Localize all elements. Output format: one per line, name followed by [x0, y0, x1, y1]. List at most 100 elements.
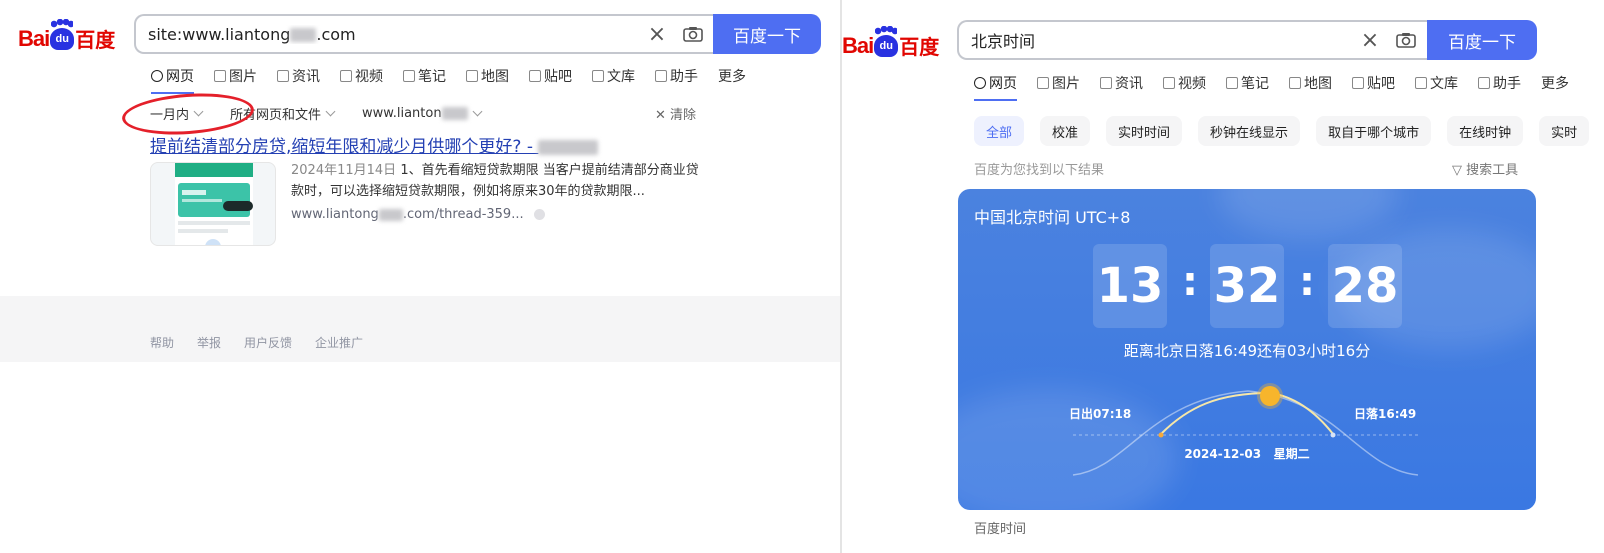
beijing-time-card: 中国北京时间 UTC+8 13 : 32 : 28 距离北京日落16:49还有0…: [958, 189, 1536, 510]
tab-image[interactable]: 图片: [214, 66, 257, 94]
clock-minutes: 32: [1210, 244, 1284, 328]
right-browser-pane: Bai du 百度 北京时间 × 百度一下 网页 图片 资讯 视频 笔记 地图 贴吧 文库 助手…: [842, 0, 1604, 553]
tab-image[interactable]: 图片: [1037, 73, 1080, 101]
search-button[interactable]: 百度一下: [713, 14, 821, 54]
filter-chip[interactable]: 全部: [974, 116, 1025, 146]
clock-seconds: 28: [1328, 244, 1402, 328]
tab-ai[interactable]: 助手: [1478, 73, 1521, 101]
filter-chip[interactable]: 校准: [1040, 116, 1091, 146]
image-icon: [1037, 77, 1049, 89]
filter-chips: 全部 校准 实时时间 秒钟在线显示 取自于哪个城市 在线时钟 实时: [974, 116, 1604, 146]
search-box[interactable]: site:www.liantong .com ×: [134, 14, 714, 54]
footer-feedback-link[interactable]: 用户反馈: [244, 334, 292, 351]
tab-label: 贴吧: [544, 69, 572, 85]
tieba-icon: [1352, 77, 1364, 89]
tab-label: 贴吧: [1367, 76, 1395, 92]
search-icon: [151, 70, 163, 82]
tab-label: 图片: [229, 69, 257, 85]
result-count-text: 百度为您找到以下结果: [974, 163, 1105, 178]
tab-label: 资讯: [292, 69, 320, 85]
tab-map[interactable]: 地图: [1289, 73, 1332, 101]
tab-news[interactable]: 资讯: [1100, 73, 1143, 101]
baidu-logo[interactable]: Bai du 百度: [18, 18, 115, 53]
map-icon: [466, 70, 478, 82]
map-icon: [1289, 77, 1301, 89]
result-snippet: 2024年11月14日 1、首先看缩短贷款期限 当客户提前结清部分商业贷款时，可…: [291, 163, 699, 199]
footer-help-link[interactable]: 帮助: [150, 334, 174, 351]
filter-chip[interactable]: 实时: [1539, 116, 1590, 146]
tab-note[interactable]: 笔记: [1226, 73, 1269, 101]
tab-video[interactable]: 视频: [340, 66, 383, 94]
tab-tieba[interactable]: 贴吧: [1352, 73, 1395, 101]
tab-doc[interactable]: 文库: [592, 66, 635, 94]
filter-chip[interactable]: 实时时间: [1106, 116, 1183, 146]
search-tabs: 网页 图片 资讯 视频 笔记 地图 贴吧 文库 助手 更多: [151, 66, 766, 94]
filter-icon: ▽: [1452, 163, 1462, 178]
result-thumbnail[interactable]: [150, 162, 276, 246]
tab-label: 网页: [166, 69, 194, 85]
doc-icon: [592, 70, 604, 82]
camera-icon[interactable]: [672, 26, 714, 42]
tab-news[interactable]: 资讯: [277, 66, 320, 94]
tab-label: 地图: [1304, 76, 1332, 92]
tab-label: 笔记: [1241, 76, 1269, 92]
result-url[interactable]: www.liantong .com/thread-359...: [291, 207, 545, 222]
video-icon: [340, 70, 352, 82]
search-input[interactable]: site:www.liantong .com: [136, 25, 642, 44]
result-title-link[interactable]: 提前结清部分房贷,缩短年限和减少月供哪个更好? -: [150, 132, 599, 157]
clear-icon[interactable]: ×: [642, 22, 672, 47]
tab-note[interactable]: 笔记: [403, 66, 446, 94]
filter-chip[interactable]: 在线时钟: [1447, 116, 1524, 146]
tab-ai[interactable]: 助手: [655, 66, 698, 94]
sun-icon: [1260, 386, 1280, 406]
safety-shield-icon: [533, 209, 545, 220]
tab-label: 视频: [355, 69, 383, 85]
tab-search[interactable]: 网页: [151, 66, 194, 94]
tab-label: 资讯: [1115, 76, 1143, 92]
ai-icon: [1478, 77, 1490, 89]
filter-chip[interactable]: 秒钟在线显示: [1198, 116, 1301, 146]
tab-more[interactable]: 更多: [1541, 73, 1569, 101]
source-label: 百度时间: [974, 522, 1027, 537]
search-box[interactable]: 北京时间 ×: [957, 20, 1427, 60]
clear-icon[interactable]: ×: [1355, 28, 1385, 53]
tab-label: 文库: [1430, 76, 1458, 92]
search-icon: [974, 77, 986, 89]
sunset-countdown: 距离北京日落16:49还有03小时16分: [1123, 342, 1371, 360]
tab-label: 助手: [1493, 76, 1521, 92]
tab-label: 更多: [1541, 76, 1569, 92]
clock-hours: 13: [1093, 244, 1167, 328]
tab-search[interactable]: 网页: [974, 73, 1017, 101]
search-button[interactable]: 百度一下: [1427, 20, 1537, 60]
news-icon: [1100, 77, 1112, 89]
tab-label: 文库: [607, 69, 635, 85]
baidu-logo[interactable]: Bai du 百度: [842, 25, 939, 60]
tab-label: 更多: [718, 69, 746, 85]
chevron-down-icon: [325, 106, 336, 117]
tieba-icon: [529, 70, 541, 82]
image-icon: [214, 70, 226, 82]
note-icon: [403, 70, 415, 82]
sunset-label: 日落16:49: [1354, 407, 1417, 421]
tab-label: 笔记: [418, 69, 446, 85]
sun-path-curve: [1072, 390, 1419, 476]
tab-map[interactable]: 地图: [466, 66, 509, 94]
footer-report-link[interactable]: 举报: [197, 334, 221, 351]
tab-label: 图片: [1052, 76, 1080, 92]
site-filter[interactable]: www.lianton: [362, 106, 483, 121]
tab-label: 视频: [1178, 76, 1206, 92]
chevron-down-icon: [472, 106, 483, 117]
search-tabs: 网页 图片 资讯 视频 笔记 地图 贴吧 文库 助手 更多: [974, 73, 1589, 101]
tab-doc[interactable]: 文库: [1415, 73, 1458, 101]
footer-promotion-link[interactable]: 企业推广: [315, 334, 363, 351]
tab-video[interactable]: 视频: [1163, 73, 1206, 101]
video-icon: [1163, 77, 1175, 89]
search-input[interactable]: 北京时间: [959, 28, 1355, 52]
filter-chip[interactable]: 取自于哪个城市: [1316, 116, 1432, 146]
search-tools-button[interactable]: ▽ 搜索工具: [1452, 159, 1518, 178]
tab-more[interactable]: 更多: [718, 66, 746, 94]
doc-icon: [1415, 77, 1427, 89]
clear-filter-button[interactable]: ✕ 清除: [655, 104, 696, 123]
tab-tieba[interactable]: 贴吧: [529, 66, 572, 94]
camera-icon[interactable]: [1385, 32, 1427, 48]
